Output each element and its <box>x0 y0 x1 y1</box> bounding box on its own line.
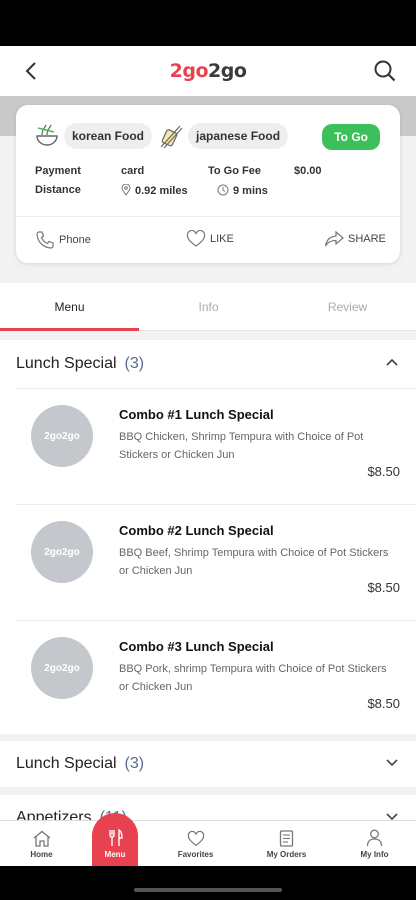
category-chip-korean[interactable]: korean Food <box>64 123 153 149</box>
active-tab-indicator <box>0 328 139 331</box>
tab-review[interactable]: Review <box>278 283 416 331</box>
payment-value: card <box>121 165 145 177</box>
menu-section-lunch-special-collapsed: Lunch Special (3) <box>0 741 416 787</box>
app-logo: 2go2go <box>169 60 247 82</box>
section-title: Lunch Special <box>16 755 117 772</box>
nav-favorites[interactable]: Favorites <box>154 821 237 867</box>
share-label: SHARE <box>348 233 386 245</box>
item-title: Combo #3 Lunch Special <box>119 639 274 654</box>
nav-menu[interactable]: Menu <box>92 813 138 867</box>
person-icon <box>366 829 383 847</box>
restaurant-info-card: korean Food japanese Food To Go Payment … <box>16 105 400 263</box>
menu-item[interactable]: 2go2go Combo #3 Lunch Special BBQ Pork, … <box>16 620 416 736</box>
item-description: BBQ Pork, shrimp Tempura with Choice of … <box>119 663 387 693</box>
location-pin-icon <box>121 183 131 196</box>
chevron-left-icon <box>25 62 36 80</box>
item-thumbnail: 2go2go <box>31 405 93 467</box>
system-home-bar <box>0 866 416 900</box>
phone-label: Phone <box>59 234 91 246</box>
item-description: BBQ Beef, Shrimp Tempura with Choice of … <box>119 547 389 577</box>
menu-item[interactable]: 2go2go Combo #2 Lunch Special BBQ Beef, … <box>16 504 416 620</box>
nav-home-label: Home <box>30 850 53 859</box>
nav-favorites-label: Favorites <box>177 850 214 859</box>
item-description: BBQ Chicken, Shrimp Tempura with Choice … <box>119 431 364 461</box>
app-header: 2go2go <box>0 46 416 96</box>
menu-section-lunch-special: Lunch Special (3) 2go2go Combo #1 Lunch … <box>0 340 416 734</box>
home-icon <box>33 830 50 847</box>
tab-info[interactable]: Info <box>139 283 278 331</box>
fork-knife-icon <box>109 829 123 846</box>
category-chips: korean Food japanese Food <box>34 123 294 149</box>
item-title: Combo #1 Lunch Special <box>119 407 274 422</box>
share-button[interactable]: SHARE <box>324 230 386 248</box>
fee-value: $0.00 <box>294 165 322 177</box>
heart-icon <box>187 831 204 847</box>
section-title: Lunch Special <box>16 355 117 372</box>
like-label: LIKE <box>210 233 234 245</box>
item-title: Combo #2 Lunch Special <box>119 523 274 538</box>
status-bar <box>0 0 416 46</box>
home-indicator[interactable] <box>134 888 282 892</box>
tab-menu[interactable]: Menu <box>0 283 139 331</box>
chevron-down-icon <box>386 759 398 767</box>
time-info: 9 mins <box>217 184 268 197</box>
search-button[interactable] <box>372 58 398 84</box>
item-price: $8.50 <box>367 464 400 479</box>
like-button[interactable]: LIKE <box>186 230 234 248</box>
service-badge: To Go <box>322 124 380 150</box>
menu-item[interactable]: 2go2go Combo #1 Lunch Special BBQ Chicke… <box>16 388 416 504</box>
distance-info: 0.92 miles <box>121 183 188 197</box>
phone-button[interactable]: Phone <box>35 230 91 250</box>
tab-bar: Menu Info Review <box>0 283 416 331</box>
back-button[interactable] <box>18 58 44 84</box>
nav-my-orders[interactable]: My Orders <box>245 821 328 867</box>
search-icon <box>374 60 396 82</box>
nav-my-orders-label: My Orders <box>266 850 307 859</box>
noodle-bowl-icon <box>36 124 58 146</box>
payment-label: Payment <box>35 165 81 177</box>
distance-label: Distance <box>35 184 81 196</box>
phone-icon <box>36 231 54 249</box>
distance-value: 0.92 miles <box>135 185 188 197</box>
section-header[interactable]: Lunch Special (3) <box>0 741 416 787</box>
section-count: (3) <box>124 355 145 372</box>
bottom-navigation: Home Menu Favorites My Orders My Info <box>0 813 416 867</box>
item-thumbnail: 2go2go <box>31 637 93 699</box>
clock-icon <box>217 184 229 196</box>
heart-outline-icon <box>186 230 206 247</box>
receipt-icon <box>279 830 294 847</box>
nav-menu-label: Menu <box>104 850 126 859</box>
nav-my-info[interactable]: My Info <box>333 821 416 867</box>
nav-my-info-label: My Info <box>360 850 389 859</box>
item-price: $8.50 <box>367 580 400 595</box>
section-count: (3) <box>124 755 145 772</box>
fee-label: To Go Fee <box>208 165 261 177</box>
share-arrow-icon <box>324 230 344 247</box>
item-thumbnail: 2go2go <box>31 521 93 583</box>
chevron-up-icon <box>386 358 398 366</box>
card-divider <box>16 216 400 217</box>
category-chip-japanese[interactable]: japanese Food <box>188 123 289 149</box>
time-value: 9 mins <box>233 185 268 197</box>
section-header[interactable]: Lunch Special (3) <box>0 340 416 388</box>
item-price: $8.50 <box>367 696 400 711</box>
sushi-roll-icon <box>160 125 183 149</box>
nav-home[interactable]: Home <box>0 821 83 867</box>
